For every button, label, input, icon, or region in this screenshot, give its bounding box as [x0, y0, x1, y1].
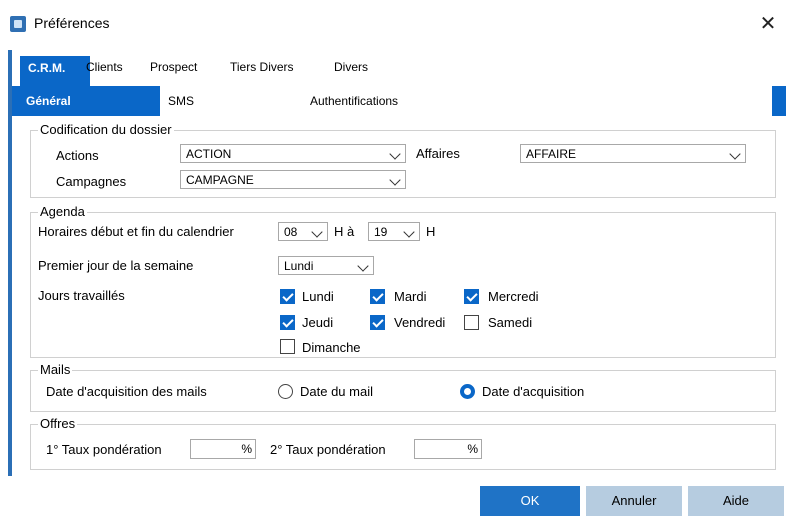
checkbox-dimanche[interactable] [280, 339, 295, 354]
campagnes-value: CAMPAGNE [186, 173, 254, 187]
offres-legend: Offres [38, 416, 78, 431]
affaires-value: AFFAIRE [526, 147, 577, 161]
chevron-down-icon [357, 260, 369, 272]
sub-tab-strip: Général SMS Authentifications [12, 86, 786, 116]
actions-select[interactable]: ACTION [180, 144, 406, 163]
checkbox-samedi[interactable] [464, 315, 479, 330]
first-day-select[interactable]: Lundi [278, 256, 374, 275]
chevron-down-icon [389, 148, 401, 160]
chevron-down-icon [311, 226, 323, 238]
top-tab-strip: C.R.M. Clients Prospect Tiers Divers Div… [12, 52, 786, 86]
campagnes-select[interactable]: CAMPAGNE [180, 170, 406, 189]
checkbox-vendredi[interactable] [370, 315, 385, 330]
hour-suffix-label: H [426, 224, 436, 239]
first-day-value: Lundi [284, 259, 314, 273]
option-date-acquisition: Date d'acquisition [482, 384, 585, 399]
start-hour-value: 08 [284, 225, 298, 239]
chevron-down-icon [389, 174, 401, 186]
ok-button[interactable]: OK [480, 486, 580, 516]
checkbox-mercredi[interactable] [464, 289, 479, 304]
day-label-samedi: Samedi [488, 315, 533, 330]
end-hour-value: 19 [374, 225, 388, 239]
day-label-lundi: Lundi [302, 289, 334, 304]
radio-date-du-mail[interactable] [278, 384, 293, 399]
day-label-dimanche: Dimanche [302, 340, 361, 355]
actions-label: Actions [56, 148, 99, 163]
dialog-footer: OK Annuler Aide [0, 476, 786, 524]
workdays-label: Jours travaillés [38, 288, 125, 303]
taux1-input[interactable]: % [190, 439, 256, 459]
checkbox-mardi[interactable] [370, 289, 385, 304]
checkbox-lundi[interactable] [280, 289, 295, 304]
mails-legend: Mails [38, 362, 73, 377]
codification-legend: Codification du dossier [38, 122, 174, 137]
actions-value: ACTION [186, 147, 232, 161]
sub-tab-rest [160, 86, 772, 116]
checkbox-jeudi[interactable] [280, 315, 295, 330]
window-title: Préférences [34, 15, 110, 31]
agenda-legend: Agenda [38, 204, 87, 219]
radio-date-acquisition[interactable] [460, 384, 475, 399]
first-day-label: Premier jour de la semaine [38, 258, 194, 273]
hour-to-label: H à [334, 224, 355, 239]
tab-authentifications[interactable]: Authentifications [310, 86, 399, 116]
taux2-label: 2° Taux pondération [270, 442, 386, 457]
tab-clients[interactable]: Clients [86, 60, 123, 84]
day-label-vendredi: Vendredi [394, 315, 446, 330]
start-hour-select[interactable]: 08 [278, 222, 328, 241]
affaires-select[interactable]: AFFAIRE [520, 144, 746, 163]
day-label-jeudi: Jeudi [302, 315, 334, 330]
tab-sms[interactable]: SMS [168, 86, 195, 116]
mail-date-label: Date d'acquisition des mails [46, 384, 207, 399]
tab-general[interactable]: Général [26, 86, 160, 116]
taux2-input[interactable]: % [414, 439, 482, 459]
end-hour-select[interactable]: 19 [368, 222, 420, 241]
close-icon[interactable]: ✕ [754, 10, 782, 38]
option-date-du-mail: Date du mail [300, 384, 373, 399]
help-button[interactable]: Aide [688, 486, 784, 516]
cancel-button[interactable]: Annuler [586, 486, 682, 516]
hours-label: Horaires début et fin du calendrier [38, 224, 234, 239]
tab-divers[interactable]: Divers [334, 60, 368, 84]
day-label-mardi: Mardi [394, 289, 427, 304]
tab-prospect[interactable]: Prospect [150, 60, 197, 84]
affaires-label: Affaires [416, 146, 460, 161]
campagnes-label: Campagnes [56, 174, 127, 189]
app-icon [10, 16, 26, 32]
chevron-down-icon [403, 226, 415, 238]
chevron-down-icon [729, 148, 741, 160]
general-panel: Codification du dossier Actions ACTION A… [12, 116, 786, 476]
title-bar: Préférences ✕ [0, 0, 786, 50]
taux1-label: 1° Taux pondération [46, 442, 162, 457]
tab-tiers-divers[interactable]: Tiers Divers [230, 60, 294, 84]
day-label-mercredi: Mercredi [488, 289, 539, 304]
tab-crm[interactable]: C.R.M. [20, 56, 90, 86]
